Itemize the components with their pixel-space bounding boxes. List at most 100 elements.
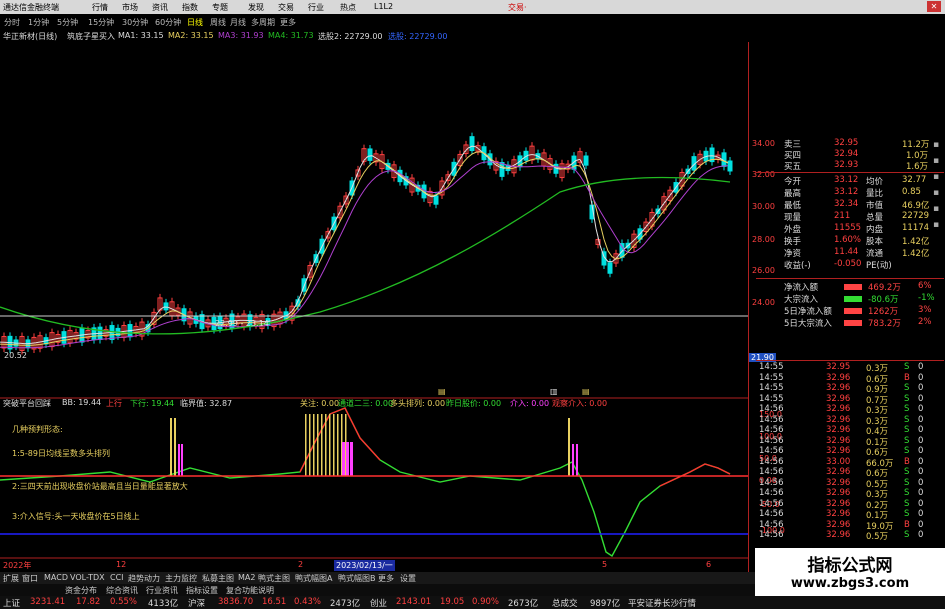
tool-icon[interactable]: ▪ (933, 188, 945, 198)
tick-row: 14:56 32.96 0.3万 S 0 (756, 415, 944, 427)
trade-menu[interactable]: 交易· (508, 2, 527, 13)
tool-icon[interactable]: ▪ (933, 140, 945, 150)
tick-count: 0 (918, 519, 924, 530)
bottom-tab[interactable]: 设置 (400, 573, 416, 584)
tick-row: 14:56 33.00 66.0万 B 0 (756, 456, 944, 469)
tick-count: 0 (918, 477, 924, 488)
flow-value: 783.2万 (868, 319, 901, 329)
bottom-tab[interactable]: MACD (44, 573, 68, 582)
ma1-value: MA1: 33.15 (118, 31, 164, 40)
tick-side: B (904, 372, 910, 383)
tool-icon[interactable]: ▪ (933, 156, 945, 166)
bottom-tab[interactable]: 复合功能说明 (226, 585, 274, 596)
period-tab[interactable]: 30分钟 (122, 17, 148, 28)
bottom-tab[interactable]: 主力监控 (165, 573, 197, 584)
range-annotation: 22.99 - 23.14 (215, 319, 269, 328)
tick-count: 0 (918, 456, 924, 467)
menu-item[interactable]: 热点 (340, 2, 356, 13)
signal-bar (342, 442, 345, 476)
period-tab[interactable]: 1分钟 (28, 17, 49, 28)
tick-time: 14:56 (759, 498, 784, 509)
stat-value: 32.77 (902, 175, 927, 185)
watermark-title: 指标公式网 (807, 556, 893, 576)
bottom-tab[interactable]: 综合资讯 (106, 585, 138, 596)
tick-price: 32.96 (826, 383, 851, 393)
period-tab[interactable]: 5分钟 (57, 17, 78, 28)
ma-line-white (0, 145, 729, 345)
tool-icon[interactable]: ▪ (933, 172, 945, 182)
flow-label: 大宗流入 (784, 295, 819, 305)
stat-label: 外盘 (784, 225, 802, 235)
menu-item[interactable]: 发现 (248, 2, 264, 13)
chart-area[interactable] (0, 42, 748, 590)
flow-row: 大宗流入 -80.6万 -1% (756, 293, 944, 305)
bottom-tab[interactable]: 扩展 (3, 573, 19, 584)
indicator-curve-up (659, 463, 731, 487)
signal-bar (181, 444, 183, 476)
bottom-tab[interactable]: CCI (110, 573, 124, 582)
stat-row: 现量 211 总量 22729 (756, 211, 944, 223)
bottom-tab[interactable]: 窗口 (22, 573, 38, 584)
flow-bar (844, 320, 862, 326)
candle-body (499, 162, 505, 177)
bottom-tab[interactable]: 鸭式幅图A (295, 573, 332, 584)
tick-volume: 0.5万 (866, 532, 889, 542)
bottom-tab[interactable]: 鸭式幅图B (338, 573, 376, 584)
tick-time: 14:56 (759, 446, 784, 456)
period-tab[interactable]: 分时 (4, 17, 20, 28)
menu-item[interactable]: 资讯 (152, 2, 168, 13)
flow-label: 净流入额 (784, 283, 819, 293)
menu-item[interactable]: 专题 (212, 2, 228, 13)
flow-bar (844, 284, 862, 290)
tick-row: 14:55 32.96 0.9万 S 0 (756, 383, 944, 395)
bottom-tab[interactable]: VOL-TDX (70, 573, 105, 582)
indicator-focus: 关注: 0.00 (300, 399, 340, 408)
period-tab[interactable]: 60分钟 (155, 17, 181, 28)
stat-label: 量比 (866, 189, 884, 199)
bottom-tab[interactable]: MA2 (238, 573, 255, 582)
bottom-tab[interactable]: 更多 (378, 573, 394, 584)
stat-row: 净资 11.44 流通 1.42亿 (756, 247, 944, 259)
indicator-prev: 昨日股价: 0.00 (446, 399, 502, 408)
ask-price: 32.95 (834, 138, 859, 148)
menu-item[interactable]: 行情 (92, 2, 108, 13)
tick-side: S (904, 446, 910, 456)
menu-item[interactable]: L1L2 (374, 2, 393, 11)
period-tab[interactable]: 周线 (210, 17, 226, 28)
period-tab[interactable]: 更多 (280, 17, 296, 28)
tick-list[interactable]: 14:55 32.95 0.3万 S 0 14:55 32.96 0.6万 B 0 14:55 32.… (756, 360, 944, 551)
flow-row: 5日大宗流入 783.2万 2% (756, 317, 944, 329)
bottom-tab[interactable]: 行业资讯 (146, 585, 178, 596)
menu-item[interactable]: 指数 (182, 2, 198, 13)
close-icon[interactable]: ✕ (927, 1, 941, 12)
tick-time: 14:56 (759, 467, 784, 477)
candle-body (607, 262, 613, 274)
index-change: 17.82 (76, 597, 101, 607)
note-heading: 几种预判形态: (12, 425, 63, 434)
bottom-tab[interactable]: 资金分布 (65, 585, 97, 596)
period-tab[interactable]: 月线 (230, 17, 246, 28)
period-tab[interactable]: 多周期 (251, 17, 275, 28)
bottom-tab[interactable]: 趋势动力 (128, 573, 160, 584)
menu-item[interactable]: 市场 (122, 2, 138, 13)
menu-item[interactable]: 交易 (278, 2, 294, 13)
watermark-url: www.zbgs3.com (790, 576, 910, 591)
indicator-buy: 介入: 0.00 (510, 399, 550, 408)
bottom-tab[interactable]: 指标设置 (186, 585, 218, 596)
bottom-tab[interactable]: 鸭式主图 (258, 573, 290, 584)
period-tab[interactable]: 15分钟 (88, 17, 114, 28)
tool-icon[interactable]: ▪ (933, 220, 945, 230)
tick-price: 32.96 (826, 446, 851, 456)
bottom-tab[interactable]: 私募主图 (202, 573, 234, 584)
menu-item[interactable]: 行业 (308, 2, 324, 13)
signal-bar (305, 414, 307, 476)
stat-label: 最高 (784, 189, 802, 199)
stat-label: 今开 (784, 177, 802, 187)
tool-icon[interactable]: ▪ (933, 204, 945, 214)
period-tab-active[interactable]: 日线 (187, 17, 203, 28)
fund-flow-table: 净流入额 469.2万 6% 大宗流入 -80.6万 -1% 5日净流入额 1262万 3% 5日… (756, 278, 944, 329)
period-bar: 分时 1分钟 5分钟 15分钟 30分钟 60分钟 日线 周线 月线 多周期 更… (0, 15, 300, 28)
index-pct: 0.43% (294, 597, 322, 607)
tick-side: S (904, 425, 910, 435)
tick-count: 0 (918, 425, 924, 435)
